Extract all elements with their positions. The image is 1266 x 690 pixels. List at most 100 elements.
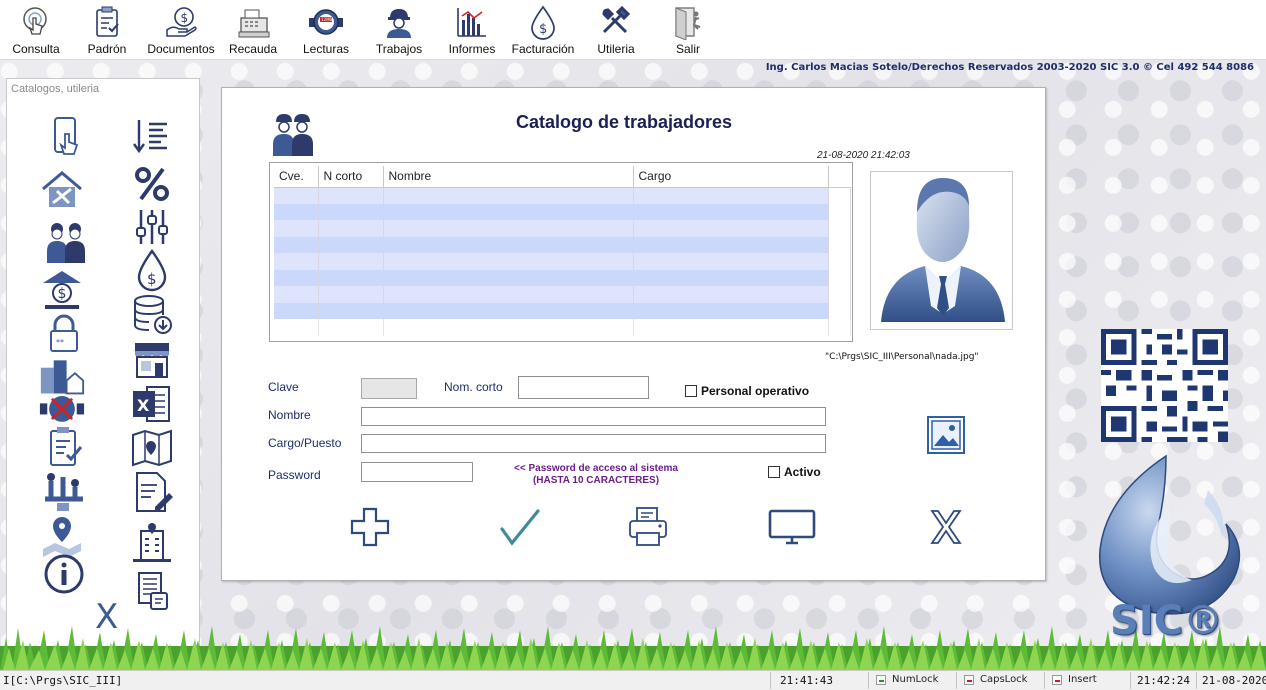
clipboard-check-icon [96,6,119,37]
toolbar-label: Facturación [511,42,575,56]
column-header-cargo[interactable]: Cargo [633,166,829,188]
screen-preview-button[interactable] [768,505,816,549]
toolbar-label: Lecturas [302,42,350,56]
activo-checkbox[interactable]: Activo [768,465,821,479]
clave-field[interactable] [361,378,417,399]
svg-text:$: $ [58,286,67,302]
toolbar-label: Consulta [12,42,60,56]
column-header-nombre[interactable]: Nombre [383,166,634,188]
table-row[interactable] [274,319,851,336]
add-button[interactable] [348,505,392,549]
workers-icon [270,112,316,158]
nombre-label: Nombre [268,408,311,422]
status-bar: I[C:\Prgs\SIC_III] 21:41:43 NumLock Caps… [0,670,1266,690]
cargo-puesto-field[interactable] [361,434,826,453]
exit-door-icon [675,7,701,40]
svg-text:$: $ [539,22,547,37]
form-datetime: 21-08-2020 21:42:03 [817,150,910,161]
database-download-icon[interactable] [129,291,175,337]
table-row[interactable] [274,220,851,237]
personal-operativo-label: Personal operativo [701,384,810,398]
column-header-n-corto[interactable]: N corto [318,166,384,188]
save-button[interactable] [498,505,542,549]
insert-led [1052,674,1062,685]
status-separator [1044,672,1045,689]
credits-text: Ing. Carlos Macias Sotelo/Derechos Reser… [765,62,1254,73]
workers-catalog-form: Catalogo de trabajadores 21-08-2020 21:4… [221,87,1046,581]
bank-dollar-icon[interactable]: $ [39,267,85,313]
toolbar-salir[interactable]: Salir [654,0,722,60]
column-header-cve[interactable]: Cve. [274,166,319,188]
lock-password-icon[interactable]: ** [41,311,87,357]
toolbar-recauda[interactable]: Recauda [216,0,290,60]
status-separator [1130,672,1131,689]
table-row[interactable] [274,269,851,286]
status-time-now: 21:42:24 [1137,674,1190,687]
nombre-field[interactable] [361,407,826,426]
print-button[interactable] [626,505,670,549]
close-form-button[interactable] [924,505,968,549]
status-path: I[C:\Prgs\SIC_III] [3,674,123,687]
document-list-icon[interactable] [131,569,177,615]
info-icon[interactable] [41,551,87,597]
pipes-workers-icon[interactable] [41,469,87,515]
clipboard-check-icon[interactable] [43,425,89,471]
house-tools-icon[interactable] [39,167,85,213]
table-row[interactable] [274,286,851,303]
toolbar-label: Recauda [228,42,278,56]
image-icon [927,416,965,454]
toolbar-utileria[interactable]: Utileria [578,0,654,60]
water-drop-dollar-icon[interactable]: $ [129,247,175,293]
clave-label: Clave [268,380,299,394]
person-silhouette-icon [881,178,1005,322]
water-drop-dollar-icon: $ [531,5,555,40]
toolbar-label: Documentos [147,42,215,56]
nom-corto-field[interactable] [518,376,649,399]
map-icon[interactable] [129,425,175,471]
toolbar-trabajos[interactable]: Trabajos [362,0,436,60]
table-row[interactable] [274,187,851,204]
toolbar-facturacion[interactable]: $ Facturación [508,0,578,60]
status-separator [868,672,869,689]
sort-list-icon[interactable] [129,114,175,160]
password-hint-line2: (HASTA 10 CARACTERES) [532,475,660,486]
photo-path: "C:\Prgs\SIC_III\Personal\nada.jpg" [825,352,979,362]
status-date: 21-08-2020 [1202,674,1266,687]
toolbar-padron[interactable]: Padrón [68,0,146,60]
checkbox-box[interactable] [685,385,697,397]
table-row[interactable] [274,302,851,319]
capslock-led [964,674,974,685]
toolbar-consulta[interactable]: Consulta [4,0,68,60]
checkbox-box[interactable] [768,466,780,478]
personal-operativo-checkbox[interactable]: Personal operativo [685,384,809,398]
load-photo-button[interactable] [927,416,965,454]
sliders-icon[interactable] [129,204,175,250]
toolbar-documentos[interactable]: $ Documentos [146,0,216,60]
store-icon[interactable] [129,337,175,383]
numlock-indicator: NumLock [876,674,938,685]
document-edit-icon[interactable] [129,469,175,515]
toolbar-lecturas[interactable]: 12MB Lecturas [290,0,362,60]
excel-icon[interactable]: X [129,381,175,427]
phone-touch-icon[interactable] [43,114,89,160]
password-field[interactable] [361,462,473,482]
table-row[interactable] [274,203,851,220]
table-row[interactable] [274,236,851,253]
hospital-building-icon[interactable] [129,519,175,565]
water-meter-icon: 12MB [309,9,343,35]
svg-text:X: X [137,396,150,415]
main-toolbar: Consulta Padrón $ Documentos Recauda 12M… [0,0,1266,60]
workers-grid[interactable]: Cve. N corto Nombre Cargo [269,162,853,342]
worker-photo [870,171,1013,330]
catalog-side-panel: Catalogos, utileria $ ** $ X X [6,78,200,654]
capslock-indicator: CapsLock [964,674,1027,685]
table-row[interactable] [274,253,851,270]
toolbar-informes[interactable]: Informes [436,0,508,60]
workers-icon[interactable] [43,219,89,265]
cargo-puesto-label: Cargo/Puesto [268,436,342,450]
percent-icon[interactable] [129,161,175,207]
numlock-label: NumLock [892,674,939,685]
close-icon [930,510,962,544]
capslock-label: CapsLock [980,674,1028,685]
svg-text:$: $ [181,11,189,25]
